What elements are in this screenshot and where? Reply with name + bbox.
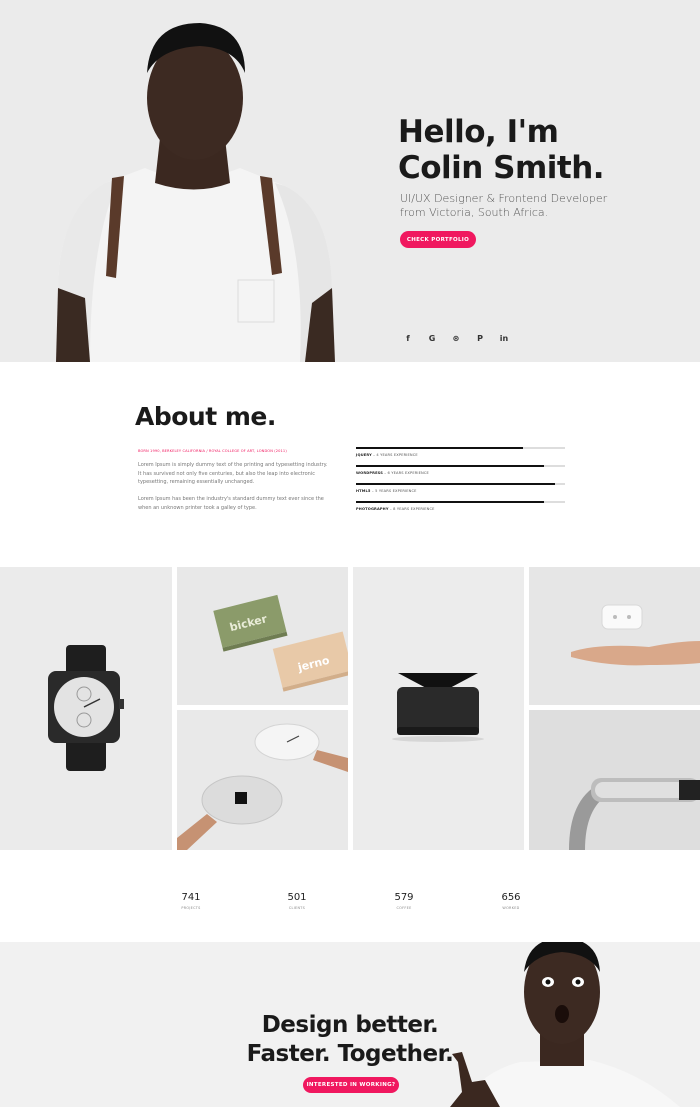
hero-title: Hello, I'm Colin Smith. <box>398 114 688 186</box>
stat-value: 656 <box>501 892 521 903</box>
skill-detail: – 4 YEARS EXPERIENCE <box>373 453 418 457</box>
skill-label: WORDPRESS – 6 YEARS EXPERIENCE <box>356 471 429 475</box>
watch-image <box>48 645 124 771</box>
dribbble-icon[interactable]: ⊛ <box>444 331 468 345</box>
portfolio-item-remote-in-hand[interactable] <box>529 567 700 705</box>
facebook-icon[interactable]: f <box>396 331 420 345</box>
hero-title-line2: Colin Smith. <box>398 150 605 186</box>
skill-label: JQUERY – 4 YEARS EXPERIENCE <box>356 453 418 457</box>
social-links: f G ⊛ P in <box>396 331 516 345</box>
skill-fill <box>356 483 555 485</box>
cta-title-line1: Design better. <box>261 1012 439 1038</box>
linkedin-icon[interactable]: in <box>492 331 516 345</box>
interested-in-working-button[interactable]: INTERESTED IN WORKING? <box>303 1077 399 1093</box>
stats-section: 741 PROJECTS 501 CLIENTS 579 COFFEE 656 … <box>0 850 700 942</box>
portfolio-item-business-cards[interactable]: bicker jerno <box>177 567 348 705</box>
remote-image <box>571 604 700 666</box>
watch-band-image <box>569 778 700 850</box>
skill-label: HTML5 – 5 YEARS EXPERIENCE <box>356 489 417 493</box>
about-section: About me. BORN 1990, BERKELEY CALIFORNIA… <box>0 362 700 567</box>
skill-fill <box>356 501 545 503</box>
stat-label: COFFEE <box>396 906 412 910</box>
skill-name: HTML5 <box>356 489 371 493</box>
speaker-image <box>392 673 484 742</box>
stat-label: CLIENTS <box>288 906 306 910</box>
stat-value: 741 <box>181 892 201 903</box>
skill-fill <box>356 447 524 449</box>
skill-item: WORDPRESS – 6 YEARS EXPERIENCE <box>356 465 565 483</box>
stat-label: PROJECTS <box>181 906 201 910</box>
hero-subtitle-line2: from Victoria, South Africa. <box>400 206 549 219</box>
wall-clock-image <box>177 723 348 850</box>
portfolio-item-watch-band[interactable] <box>529 710 700 850</box>
hero-title-line1: Hello, I'm <box>398 114 559 150</box>
about-paragraph-2: Lorem Ipsum has been the industry's stan… <box>138 496 324 511</box>
skill-detail: – 8 YEARS EXPERIENCE <box>389 507 435 511</box>
skill-fill <box>356 465 545 467</box>
skill-label: PHOTOGRAPHY – 8 YEARS EXPERIENCE <box>356 507 435 511</box>
hero-section: Hello, I'm Colin Smith. UI/UX Designer &… <box>0 0 700 362</box>
hero-subtitle: UI/UX Designer & Frontend Developer from… <box>400 192 680 220</box>
about-title: About me. <box>135 402 276 431</box>
stat-value: 501 <box>287 892 307 903</box>
stat-label: WORKED <box>502 906 520 910</box>
stat-item: 741 PROJECTS <box>161 892 221 910</box>
google-icon[interactable]: G <box>420 331 444 345</box>
stat-item: 579 COFFEE <box>374 892 434 910</box>
skill-item: HTML5 – 5 YEARS EXPERIENCE <box>356 483 565 501</box>
hero-subtitle-line1: UI/UX Designer & Frontend Developer <box>400 192 608 205</box>
business-cards-image: bicker jerno <box>213 594 348 692</box>
skill-name: PHOTOGRAPHY <box>356 507 389 511</box>
stat-item: 656 WORKED <box>481 892 541 910</box>
skill-name: JQUERY <box>356 453 372 457</box>
hero-portrait-image <box>56 23 335 362</box>
check-portfolio-button[interactable]: CHECK PORTFOLIO <box>400 231 476 248</box>
skill-detail: – 5 YEARS EXPERIENCE <box>371 489 417 493</box>
cta-title: Design better. Faster. Together. <box>200 1011 500 1069</box>
portfolio-item-watch[interactable] <box>0 567 172 850</box>
cta-title-line2: Faster. Together. <box>246 1041 454 1067</box>
cta-section: Design better. Faster. Together. INTERES… <box>0 942 700 1107</box>
skill-name: WORDPRESS <box>356 471 383 475</box>
skill-item: PHOTOGRAPHY – 8 YEARS EXPERIENCE <box>356 501 565 519</box>
portfolio-item-wall-clock[interactable] <box>177 710 348 850</box>
stat-item: 501 CLIENTS <box>267 892 327 910</box>
portfolio-grid: bicker jerno <box>0 567 700 850</box>
portfolio-item-speaker[interactable] <box>353 567 524 850</box>
skills-list: JQUERY – 4 YEARS EXPERIENCE WORDPRESS – … <box>356 447 565 519</box>
about-meta: BORN 1990, BERKELEY CALIFORNIA / ROYAL C… <box>138 449 287 453</box>
skill-detail: – 6 YEARS EXPERIENCE <box>384 471 429 475</box>
stat-value: 579 <box>394 892 414 903</box>
about-paragraph-1: Lorem Ipsum is simply dummy text of the … <box>138 462 328 485</box>
pinterest-icon[interactable]: P <box>468 331 492 345</box>
skill-item: JQUERY – 4 YEARS EXPERIENCE <box>356 447 565 465</box>
